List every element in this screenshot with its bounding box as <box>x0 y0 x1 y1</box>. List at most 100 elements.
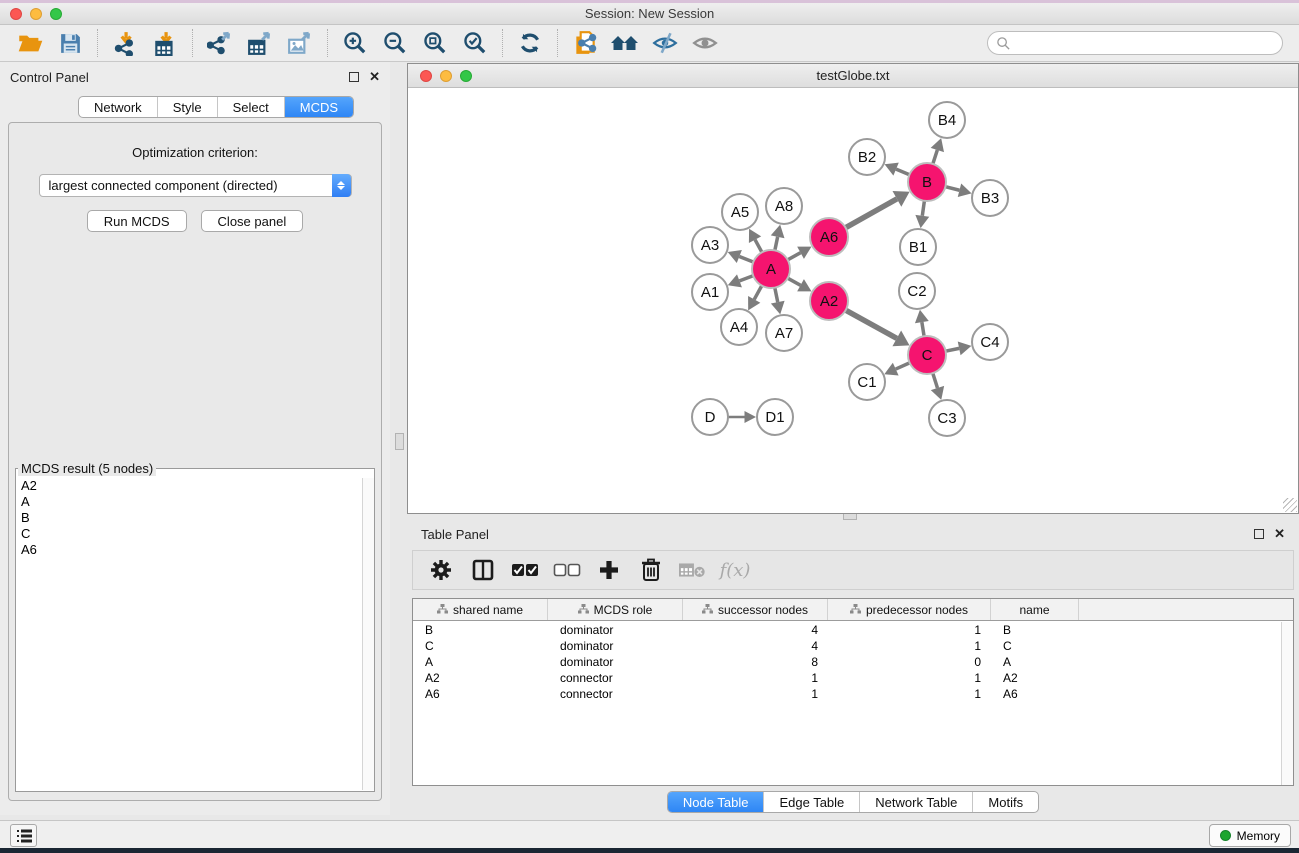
eye-slash-icon[interactable] <box>645 27 685 59</box>
column-header-name[interactable]: name <box>991 599 1079 620</box>
optimization-criterion-dropdown[interactable]: largest connected component (directed) <box>39 174 352 197</box>
edge-A2-C[interactable] <box>844 309 897 338</box>
cell-predecessor-nodes[interactable]: 0 <box>828 654 991 670</box>
resize-grip-icon[interactable] <box>1283 498 1297 512</box>
cell-successor-nodes[interactable]: 1 <box>683 686 828 702</box>
node-label-A5[interactable]: A5 <box>731 204 749 221</box>
tab-motifs[interactable]: Motifs <box>973 792 1038 812</box>
cell-predecessor-nodes[interactable]: 1 <box>828 638 991 654</box>
cell-successor-nodes[interactable]: 8 <box>683 654 828 670</box>
float-table-panel-icon[interactable] <box>1254 529 1264 539</box>
node-label-A6[interactable]: A6 <box>820 229 838 246</box>
refresh-icon[interactable] <box>510 27 550 59</box>
zoom-selected-icon[interactable] <box>455 27 495 59</box>
result-node-item[interactable]: A <box>17 494 361 510</box>
node-label-B1[interactable]: B1 <box>909 239 927 256</box>
node-label-A1[interactable]: A1 <box>701 284 719 301</box>
clone-network-icon[interactable] <box>565 27 605 59</box>
export-table-icon[interactable] <box>240 27 280 59</box>
column-header-MCDS-role[interactable]: MCDS role <box>548 599 683 620</box>
cell-MCDS-role[interactable]: connector <box>548 686 683 702</box>
homes-icon[interactable] <box>605 27 645 59</box>
eye-icon[interactable] <box>685 27 725 59</box>
vertical-divider-handle[interactable] <box>395 433 404 450</box>
node-label-C4[interactable]: C4 <box>980 334 999 351</box>
cell-predecessor-nodes[interactable]: 1 <box>828 686 991 702</box>
cell-successor-nodes[interactable]: 4 <box>683 638 828 654</box>
add-icon[interactable] <box>595 556 623 584</box>
node-label-C[interactable]: C <box>922 347 933 364</box>
run-mcds-button[interactable]: Run MCDS <box>87 210 187 232</box>
node-label-D[interactable]: D <box>705 409 716 426</box>
node-label-B4[interactable]: B4 <box>938 112 956 129</box>
float-panel-icon[interactable] <box>349 72 359 82</box>
tab-network-table[interactable]: Network Table <box>860 792 973 812</box>
cell-successor-nodes[interactable]: 1 <box>683 670 828 686</box>
cell-shared-name[interactable]: B <box>413 622 548 638</box>
node-label-A4[interactable]: A4 <box>730 319 748 336</box>
tab-style[interactable]: Style <box>158 97 218 117</box>
tab-edge-table[interactable]: Edge Table <box>764 792 860 812</box>
columns-icon[interactable] <box>469 556 497 584</box>
node-label-A8[interactable]: A8 <box>775 198 793 215</box>
arrowhead-D-D1[interactable] <box>745 411 757 423</box>
cell-shared-name[interactable]: C <box>413 638 548 654</box>
import-network-icon[interactable] <box>105 27 145 59</box>
export-network-icon[interactable] <box>200 27 240 59</box>
arrowhead-C-C4[interactable] <box>958 342 972 356</box>
cell-MCDS-role[interactable]: dominator <box>548 654 683 670</box>
cell-MCDS-role[interactable]: connector <box>548 670 683 686</box>
table-row[interactable]: A2connector11A2 <box>413 670 1280 686</box>
cell-name[interactable]: B <box>991 622 1079 638</box>
table-row[interactable]: A6connector11A6 <box>413 686 1280 702</box>
mcds-result-list[interactable]: A2ABCA6 <box>17 478 361 790</box>
task-history-button[interactable] <box>10 824 37 847</box>
select-all-icon[interactable] <box>511 556 539 584</box>
table-row[interactable]: Adominator80A <box>413 654 1280 670</box>
edge-A6-B[interactable] <box>844 199 897 229</box>
column-header-shared-name[interactable]: shared name <box>413 599 548 620</box>
zoom-in-icon[interactable] <box>335 27 375 59</box>
memory-button[interactable]: Memory <box>1209 824 1291 847</box>
result-scrollbar[interactable] <box>362 478 374 790</box>
tab-network[interactable]: Network <box>79 97 158 117</box>
cell-shared-name[interactable]: A6 <box>413 686 548 702</box>
export-image-icon[interactable] <box>280 27 320 59</box>
result-node-item[interactable]: A6 <box>17 542 361 558</box>
table-scrollbar[interactable] <box>1281 622 1293 785</box>
close-table-panel-icon[interactable]: ✕ <box>1274 529 1285 539</box>
deselect-all-icon[interactable] <box>553 556 581 584</box>
zoom-window-icon[interactable] <box>50 8 62 20</box>
arrowhead-A-A7[interactable] <box>771 301 785 315</box>
cell-shared-name[interactable]: A <box>413 654 548 670</box>
close-panel-icon[interactable]: ✕ <box>369 72 380 82</box>
save-icon[interactable] <box>50 27 90 59</box>
network-zoom-icon[interactable] <box>460 70 472 82</box>
table-row[interactable]: Cdominator41C <box>413 638 1280 654</box>
close-window-icon[interactable] <box>10 8 22 20</box>
column-header-predecessor-nodes[interactable]: predecessor nodes <box>828 599 991 620</box>
arrowhead-C-C2[interactable] <box>915 310 929 323</box>
network-canvas[interactable]: B4B2BB3A5A8A6A3B1AA1C2A2A4A7C4CC1C3DD1 <box>408 88 1298 513</box>
node-label-C2[interactable]: C2 <box>907 283 926 300</box>
arrowhead-B-B3[interactable] <box>958 183 972 197</box>
node-label-A7[interactable]: A7 <box>775 325 793 342</box>
cell-predecessor-nodes[interactable]: 1 <box>828 622 991 638</box>
tab-node-table[interactable]: Node Table <box>668 792 765 812</box>
arrowhead-B-B1[interactable] <box>915 215 929 228</box>
gear-icon[interactable] <box>427 556 455 584</box>
import-table-icon[interactable] <box>145 27 185 59</box>
node-label-B3[interactable]: B3 <box>981 190 999 207</box>
network-close-icon[interactable] <box>420 70 432 82</box>
network-minimize-icon[interactable] <box>440 70 452 82</box>
open-folder-icon[interactable] <box>10 27 50 59</box>
result-node-item[interactable]: A2 <box>17 478 361 494</box>
cell-predecessor-nodes[interactable]: 1 <box>828 670 991 686</box>
zoom-out-icon[interactable] <box>375 27 415 59</box>
node-label-D1[interactable]: D1 <box>765 409 784 426</box>
cell-name[interactable]: A <box>991 654 1079 670</box>
node-label-A[interactable]: A <box>766 261 776 278</box>
arrowhead-A-A8[interactable] <box>771 225 785 239</box>
zoom-fit-icon[interactable] <box>415 27 455 59</box>
result-node-item[interactable]: B <box>17 510 361 526</box>
